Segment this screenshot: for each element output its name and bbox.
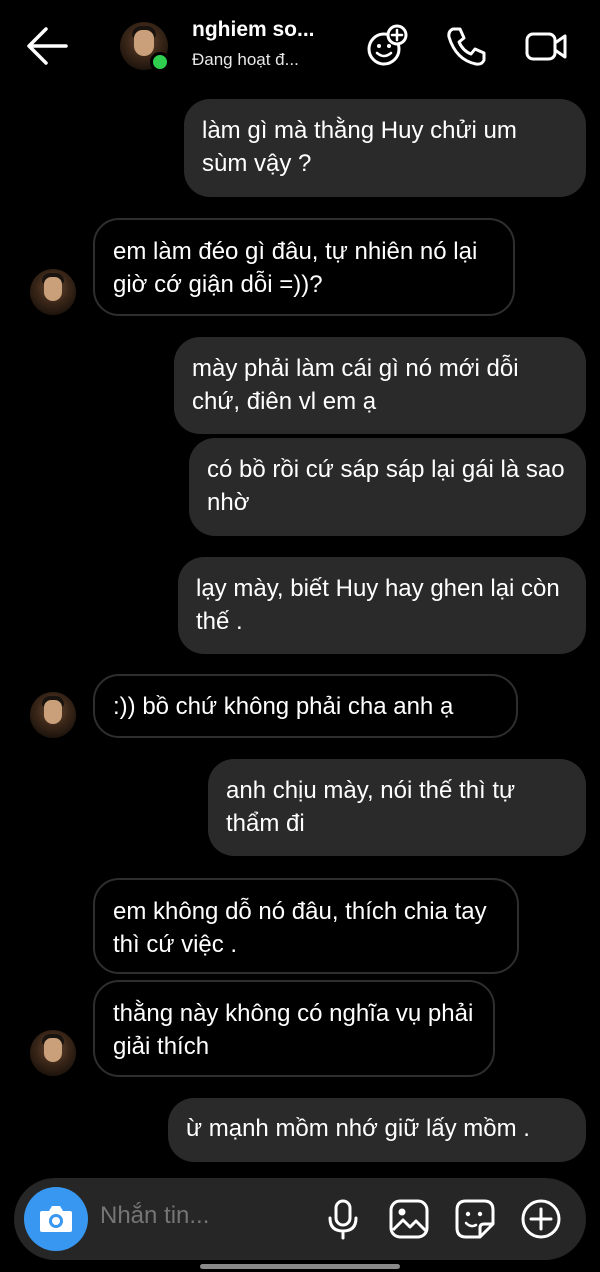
- sender-avatar[interactable]: [30, 1030, 76, 1076]
- message-sent[interactable]: lạy mày, biết Huy hay ghen lại còn thế .: [178, 557, 586, 654]
- sticker-icon[interactable]: [454, 1198, 496, 1240]
- video-icon[interactable]: [524, 24, 568, 68]
- message-sent[interactable]: anh chịu mày, nói thế thì tự thẩm đi: [208, 759, 586, 856]
- camera-button[interactable]: [24, 1187, 88, 1251]
- message-received[interactable]: em không dỗ nó đâu, thích chia tay thì c…: [93, 878, 519, 974]
- message-received[interactable]: thằng này không có nghĩa vụ phải giải th…: [93, 980, 495, 1077]
- effects-icon[interactable]: [364, 24, 408, 68]
- plus-icon[interactable]: [520, 1198, 562, 1240]
- message-received[interactable]: em làm đéo gì đâu, tự nhiên nó lại giờ c…: [93, 218, 515, 316]
- message-sent[interactable]: có bồ rồi cứ sáp sáp lại gái là sao nhờ: [189, 438, 586, 536]
- message-sent[interactable]: làm gì mà thằng Huy chửi um sùm vậy ?: [184, 99, 586, 197]
- message-sent[interactable]: mày phải làm cái gì nó mới dỗi chứ, điên…: [174, 337, 586, 434]
- home-indicator: [200, 1264, 400, 1269]
- phone-icon[interactable]: [444, 24, 488, 68]
- back-arrow-icon[interactable]: [26, 26, 68, 66]
- contact-name[interactable]: nghiem so...: [192, 18, 332, 42]
- chat-header: nghiem so... Đang hoạt đ...: [0, 0, 600, 96]
- message-sent[interactable]: ừ mạnh mồm nhớ giữ lấy mồm .: [168, 1098, 586, 1162]
- camera-icon: [40, 1206, 72, 1232]
- online-status-dot: [150, 52, 170, 72]
- message-composer: [14, 1178, 586, 1260]
- activity-status: Đang hoạt đ...: [192, 50, 299, 69]
- message-input[interactable]: [100, 1202, 300, 1230]
- sender-avatar[interactable]: [30, 269, 76, 315]
- microphone-icon[interactable]: [322, 1198, 364, 1240]
- gallery-icon[interactable]: [388, 1198, 430, 1240]
- sender-avatar[interactable]: [30, 692, 76, 738]
- message-received[interactable]: :)) bồ chứ không phải cha anh ạ: [93, 674, 518, 738]
